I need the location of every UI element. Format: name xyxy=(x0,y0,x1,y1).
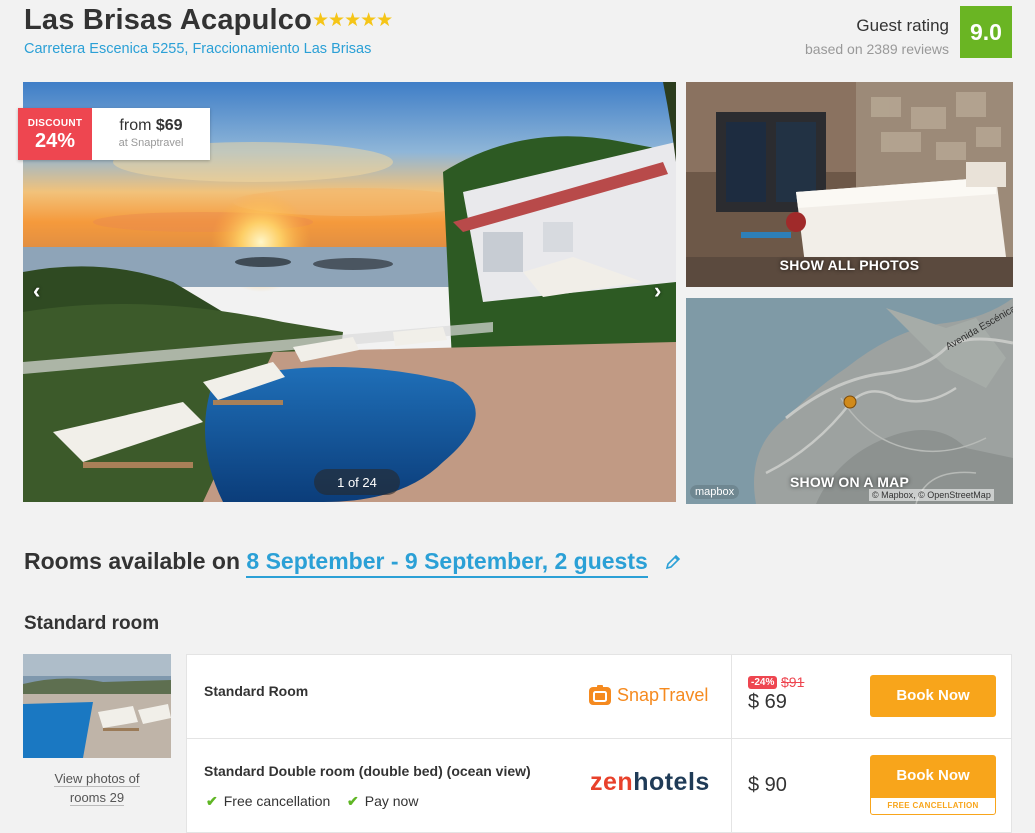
discount-badge: DISCOUNT 24% xyxy=(18,108,92,160)
pay-now-feature: ✔ Pay now xyxy=(347,793,418,810)
view-room-photos-link[interactable]: View photos of rooms 29 xyxy=(23,769,171,807)
edit-pencil-icon[interactable] xyxy=(664,553,682,571)
view-photos-line2[interactable]: rooms 29 xyxy=(69,790,125,806)
guest-rating-label: Guest rating xyxy=(856,16,949,35)
zenhotels-wordmark: zenhotels xyxy=(590,768,710,796)
star-rating-icon: ★★★★★ xyxy=(312,10,393,31)
show-all-photos-label[interactable]: SHOW ALL PHOTOS xyxy=(686,257,1013,273)
map-credit[interactable]: © Mapbox, © OpenStreetMap xyxy=(869,489,994,501)
mapbox-logo: mapbox xyxy=(690,485,740,499)
room-pool-image xyxy=(23,654,171,758)
discount-tag: DISCOUNT 24% from $69 at Snaptravel xyxy=(18,108,210,160)
snaptravel-logo: SnapTravel xyxy=(588,683,708,707)
room-thumbnail[interactable] xyxy=(23,654,171,758)
review-count: based on 2389 reviews xyxy=(805,41,949,57)
check-icon: ✔ xyxy=(206,793,218,809)
offer-name: Standard Double room (double bed) (ocean… xyxy=(204,763,531,779)
feature-label: Free cancellation xyxy=(223,793,331,809)
prev-photo-icon[interactable]: ‹ xyxy=(33,278,40,304)
free-cancellation-feature: ✔ Free cancellation xyxy=(206,793,330,810)
from-label: from xyxy=(119,117,152,134)
check-icon: ✔ xyxy=(347,793,359,809)
discount-label: DISCOUNT xyxy=(27,118,83,129)
rating-score-badge: 9.0 xyxy=(960,6,1012,58)
book-now-button[interactable]: Book Now xyxy=(870,755,996,797)
snaptravel-wordmark: SnapTravel xyxy=(617,684,709,705)
hotel-address-link[interactable]: Carretera Escenica 5255, Fraccionamiento… xyxy=(24,41,371,57)
snaptravel-icon xyxy=(589,685,611,705)
from-price-line: from $69 xyxy=(92,117,210,135)
rooms-dates-link[interactable]: 8 September - 9 September, 2 guests xyxy=(246,548,648,578)
row-divider xyxy=(187,738,1012,739)
offer-name: Standard Room xyxy=(204,683,309,699)
book-now-button[interactable]: Book Now xyxy=(870,675,996,717)
offer-price: $ 90 xyxy=(748,774,787,796)
column-divider xyxy=(731,655,732,833)
rooms-heading: Rooms available on 8 September - 9 Septe… xyxy=(24,548,648,578)
room-type-title: Standard room xyxy=(24,613,160,634)
discount-percent-badge: -24% xyxy=(748,676,778,689)
free-cancellation-note[interactable]: FREE CANCELLATION xyxy=(870,797,996,815)
zenhotels-logo: zenhotels xyxy=(590,768,710,797)
rooms-heading-prefix: Rooms available on xyxy=(24,548,241,574)
feature-label: Pay now xyxy=(364,793,419,809)
from-source: at Snaptravel xyxy=(118,137,184,149)
view-photos-line1[interactable]: View photos of xyxy=(54,771,140,787)
offer-price: $ 69 xyxy=(748,691,787,713)
original-price: $91 xyxy=(781,674,805,690)
from-price: $69 xyxy=(155,117,183,134)
photo-counter: 1 of 24 xyxy=(314,469,400,495)
next-photo-icon[interactable]: › xyxy=(654,278,661,304)
discount-value: 24% xyxy=(34,130,76,152)
hotel-name: Las Brisas Acapulco xyxy=(24,4,313,36)
location-pin-icon xyxy=(843,395,857,409)
from-price-box: from $69 at Snaptravel xyxy=(92,108,210,160)
